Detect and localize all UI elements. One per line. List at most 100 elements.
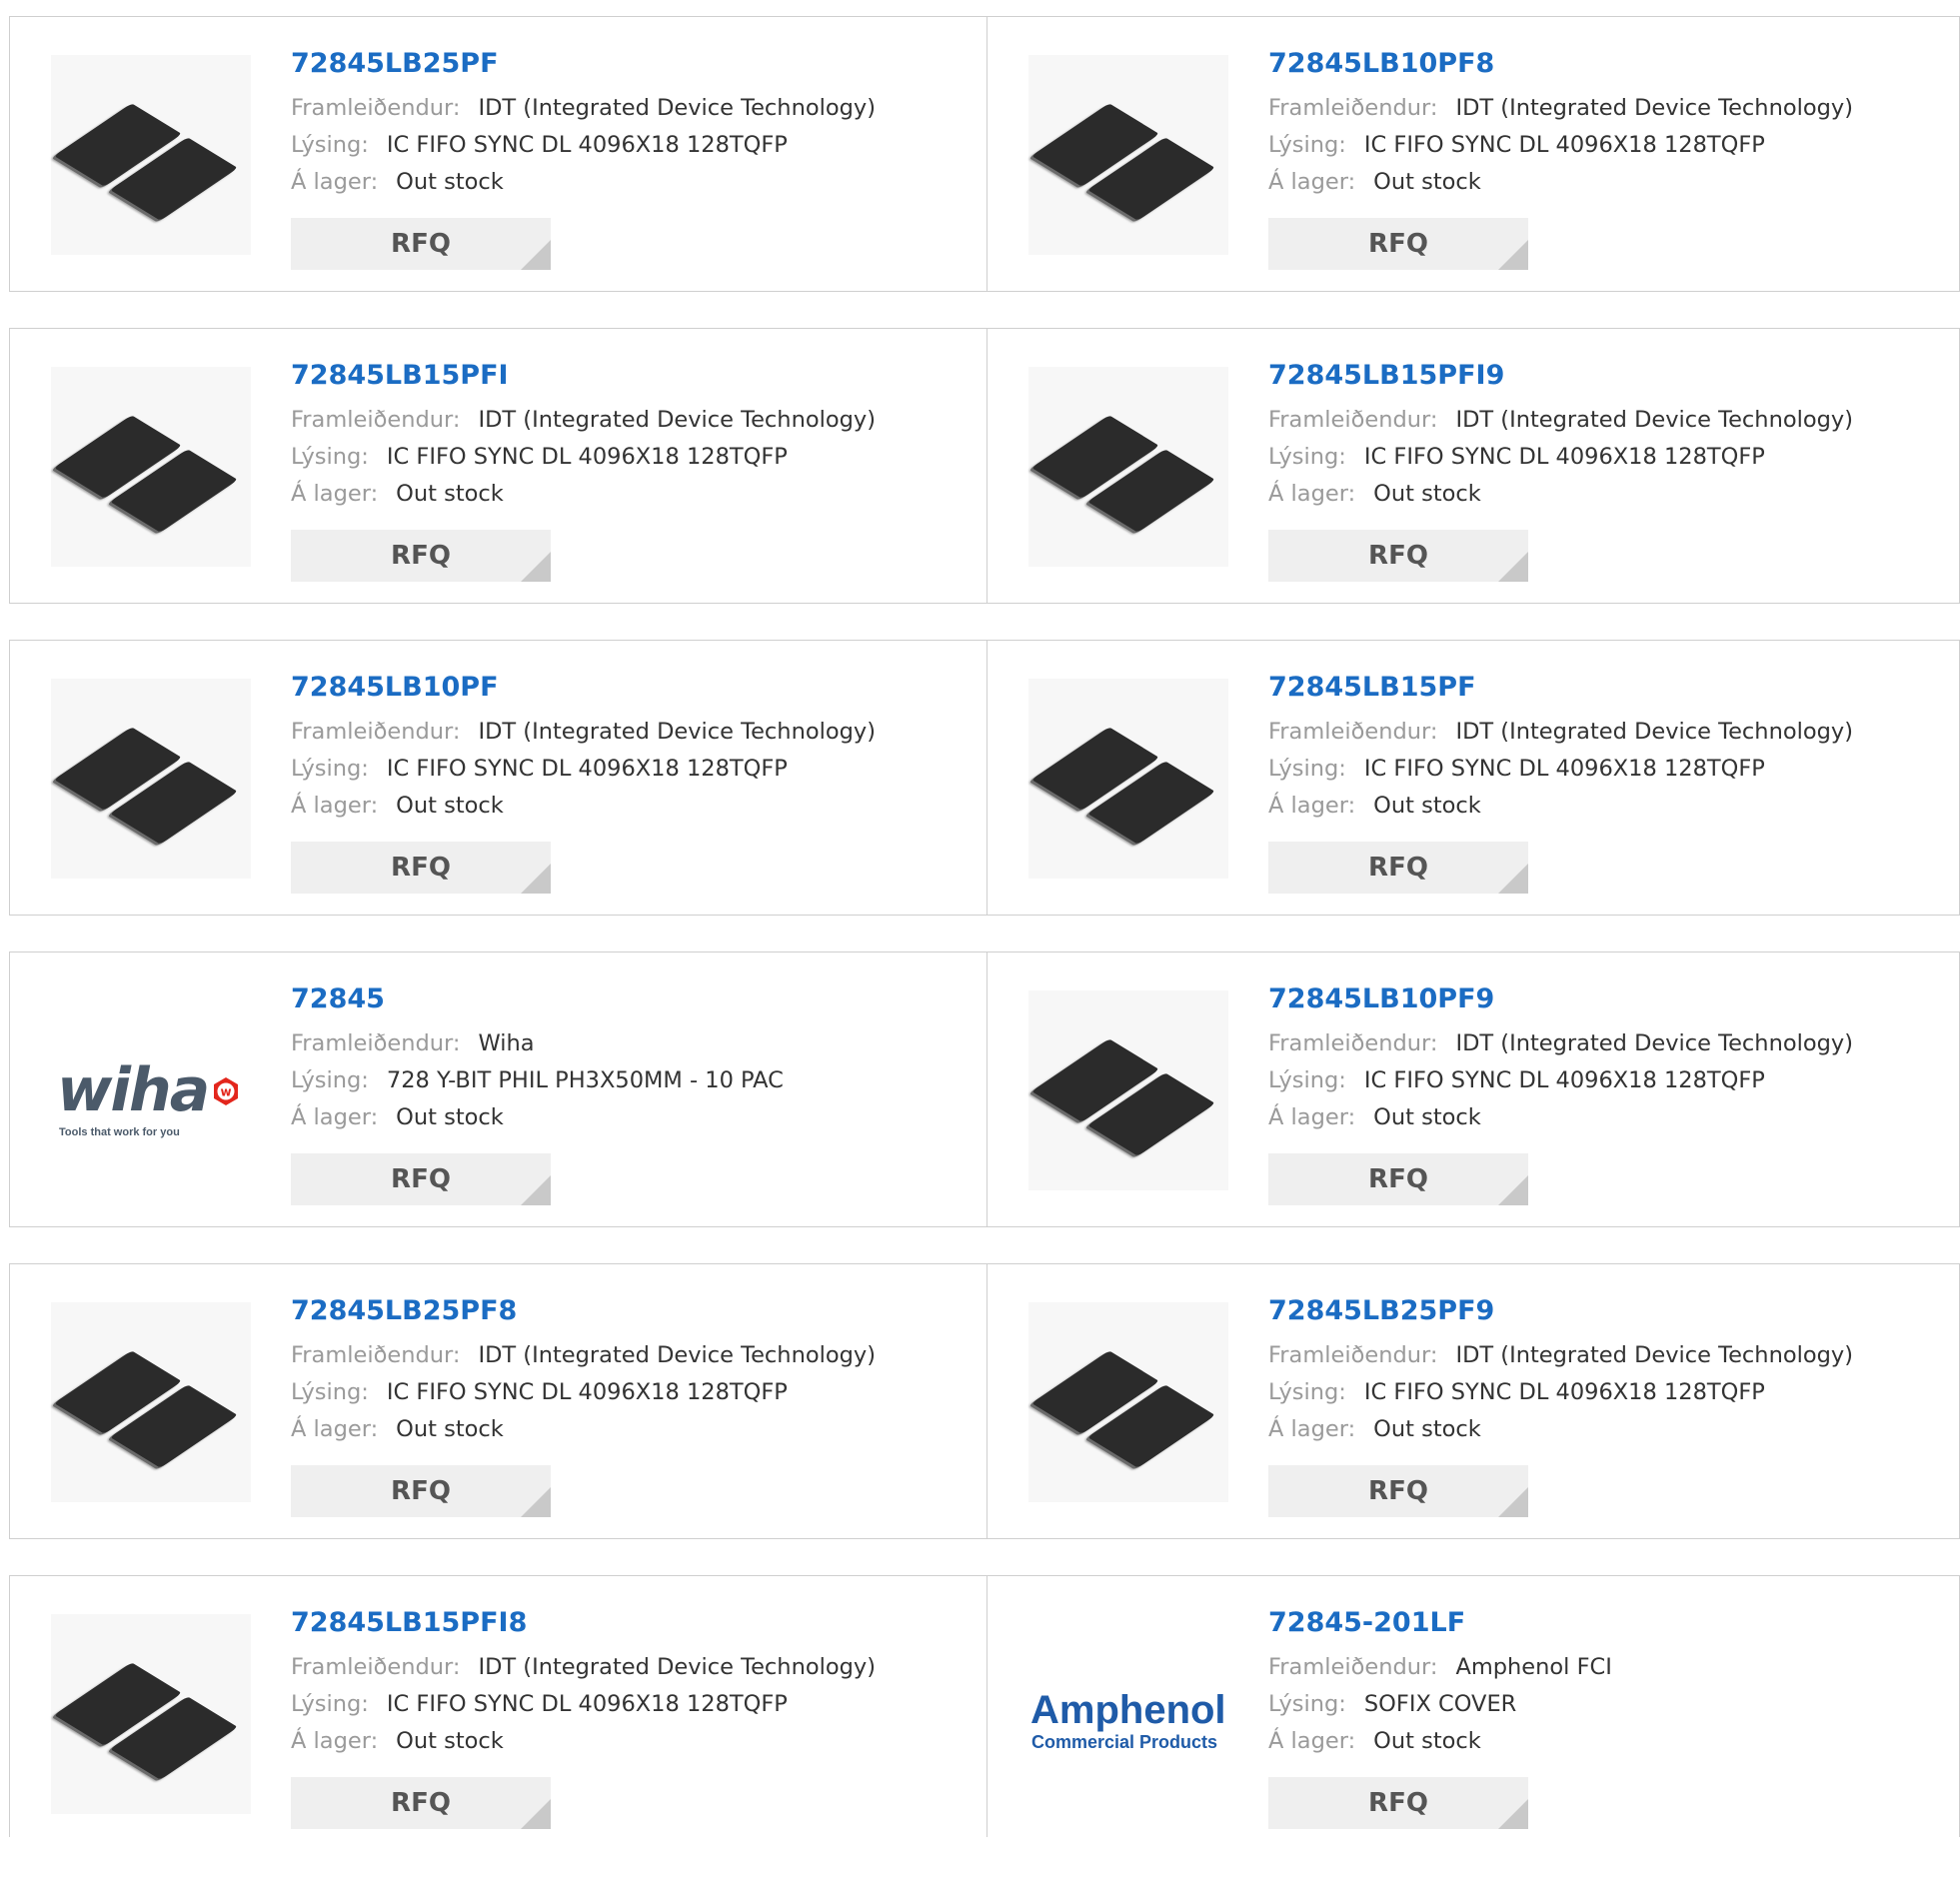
product-card: 72845LB25PF8 Framleiðendur: IDT (Integrat… bbox=[9, 1263, 987, 1539]
part-number-link[interactable]: 72845LB10PF bbox=[291, 671, 876, 705]
description-value: IC FIFO SYNC DL 4096X18 128TQFP bbox=[386, 132, 788, 158]
description-label: Lýsing: bbox=[291, 1691, 369, 1717]
rfq-button[interactable]: RFQ bbox=[291, 842, 551, 894]
stock-value: Out stock bbox=[396, 169, 504, 195]
rfq-label: RFQ bbox=[391, 229, 451, 259]
manufacturer-value: Amphenol FCI bbox=[1455, 1654, 1612, 1680]
product-image[interactable]: Amphenol Commercial Products bbox=[1028, 1614, 1228, 1814]
product-card: 72845LB15PFI9 Framleiðendur: IDT (Integra… bbox=[987, 328, 1960, 604]
stock-label: Á lager: bbox=[1268, 1104, 1356, 1130]
part-number-link[interactable]: 72845LB15PFI bbox=[291, 359, 876, 393]
product-image[interactable] bbox=[1028, 679, 1228, 879]
product-image[interactable] bbox=[51, 367, 251, 567]
part-number-link[interactable]: 72845LB15PFI9 bbox=[1268, 359, 1853, 393]
description-line: Lýsing: IC FIFO SYNC DL 4096X18 128TQFP bbox=[1268, 1374, 1853, 1411]
rfq-label: RFQ bbox=[391, 1476, 451, 1506]
stock-value: Out stock bbox=[396, 1728, 504, 1754]
corner-triangle-icon bbox=[521, 240, 551, 270]
manufacturer-value: IDT (Integrated Device Technology) bbox=[478, 407, 876, 433]
part-number-link[interactable]: 72845LB15PFI8 bbox=[291, 1606, 876, 1640]
product-image[interactable] bbox=[51, 679, 251, 879]
product-card: Amphenol Commercial Products 72845-201LF… bbox=[987, 1575, 1960, 1837]
stock-value: Out stock bbox=[396, 793, 504, 819]
product-image[interactable] bbox=[1028, 1302, 1228, 1502]
rfq-button[interactable]: RFQ bbox=[1268, 530, 1528, 582]
stock-line: Á lager: Out stock bbox=[1268, 1723, 1612, 1760]
corner-triangle-icon bbox=[521, 1487, 551, 1517]
rfq-button[interactable]: RFQ bbox=[291, 1777, 551, 1829]
product-image[interactable] bbox=[51, 1614, 251, 1814]
part-number-link[interactable]: 72845 bbox=[291, 982, 784, 1016]
part-number-link[interactable]: 72845LB25PF9 bbox=[1268, 1294, 1853, 1328]
rfq-button[interactable]: RFQ bbox=[291, 218, 551, 270]
product-image[interactable] bbox=[1028, 990, 1228, 1190]
description-line: Lýsing: 728 Y-BIT PHIL PH3X50MM - 10 PAC bbox=[291, 1062, 784, 1099]
product-card: 72845LB15PFI8 Framleiðendur: IDT (Integra… bbox=[9, 1575, 987, 1837]
rfq-button[interactable]: RFQ bbox=[1268, 218, 1528, 270]
manufacturer-line: Framleiðendur: IDT (Integrated Device Tec… bbox=[291, 1649, 876, 1686]
stock-line: Á lager: Out stock bbox=[1268, 164, 1853, 201]
product-image[interactable] bbox=[1028, 367, 1228, 567]
part-number-link[interactable]: 72845LB25PF bbox=[291, 47, 876, 81]
wiha-badge-icon: w bbox=[214, 1077, 238, 1105]
stock-value: Out stock bbox=[1373, 169, 1481, 195]
stock-label: Á lager: bbox=[291, 793, 379, 819]
product-info: 72845-201LF Framleiðendur: Amphenol FCI L… bbox=[1268, 1606, 1612, 1760]
product-grid: 72845LB25PF Framleiðendur: IDT (Integrate… bbox=[9, 16, 1960, 1887]
rfq-button[interactable]: RFQ bbox=[1268, 842, 1528, 894]
stock-line: Á lager: Out stock bbox=[291, 164, 876, 201]
manufacturer-line: Framleiðendur: IDT (Integrated Device Tec… bbox=[1268, 1337, 1853, 1374]
part-number-link[interactable]: 72845LB10PF9 bbox=[1268, 982, 1853, 1016]
description-value: IC FIFO SYNC DL 4096X18 128TQFP bbox=[386, 1379, 788, 1405]
description-label: Lýsing: bbox=[1268, 132, 1346, 158]
product-image[interactable] bbox=[1028, 55, 1228, 255]
description-line: Lýsing: SOFIX COVER bbox=[1268, 1686, 1612, 1723]
product-image[interactable] bbox=[51, 55, 251, 255]
manufacturer-label: Framleiðendur: bbox=[291, 1342, 461, 1368]
product-row: 72845LB25PF Framleiðendur: IDT (Integrate… bbox=[9, 16, 1960, 292]
description-label: Lýsing: bbox=[1268, 1379, 1346, 1405]
description-value: IC FIFO SYNC DL 4096X18 128TQFP bbox=[1363, 756, 1765, 782]
manufacturer-line: Framleiðendur: IDT (Integrated Device Tec… bbox=[291, 1337, 876, 1374]
manufacturer-line: Framleiðendur: IDT (Integrated Device Tec… bbox=[1268, 402, 1853, 439]
stock-label: Á lager: bbox=[1268, 1728, 1356, 1754]
product-info: 72845LB15PFI Framleiðendur: IDT (Integrat… bbox=[291, 359, 876, 513]
amphenol-logo-tagline: Commercial Products bbox=[1031, 1732, 1218, 1752]
description-line: Lýsing: IC FIFO SYNC DL 4096X18 128TQFP bbox=[1268, 1062, 1853, 1099]
part-number-link[interactable]: 72845LB10PF8 bbox=[1268, 47, 1853, 81]
rfq-button[interactable]: RFQ bbox=[1268, 1777, 1528, 1829]
description-line: Lýsing: IC FIFO SYNC DL 4096X18 128TQFP bbox=[291, 1374, 876, 1411]
rfq-button[interactable]: RFQ bbox=[291, 530, 551, 582]
manufacturer-line: Framleiðendur: IDT (Integrated Device Tec… bbox=[1268, 714, 1853, 751]
product-card: 72845LB25PF9 Framleiðendur: IDT (Integrat… bbox=[987, 1263, 1960, 1539]
rfq-label: RFQ bbox=[1368, 229, 1428, 259]
manufacturer-value: IDT (Integrated Device Technology) bbox=[478, 95, 876, 121]
product-image[interactable]: wiha w Tools that work for you bbox=[51, 990, 251, 1190]
stock-label: Á lager: bbox=[1268, 1416, 1356, 1442]
description-line: Lýsing: IC FIFO SYNC DL 4096X18 128TQFP bbox=[1268, 439, 1853, 476]
part-number-link[interactable]: 72845LB25PF8 bbox=[291, 1294, 876, 1328]
corner-triangle-icon bbox=[521, 864, 551, 894]
rfq-button[interactable]: RFQ bbox=[1268, 1153, 1528, 1205]
wiha-tagline: Tools that work for you bbox=[59, 1126, 180, 1138]
corner-triangle-icon bbox=[1498, 1799, 1528, 1829]
rfq-button[interactable]: RFQ bbox=[291, 1153, 551, 1205]
rfq-button[interactable]: RFQ bbox=[291, 1465, 551, 1517]
description-label: Lýsing: bbox=[291, 444, 369, 470]
manufacturer-label: Framleiðendur: bbox=[291, 407, 461, 433]
stock-line: Á lager: Out stock bbox=[291, 1099, 784, 1136]
rfq-label: RFQ bbox=[391, 541, 451, 571]
part-number-link[interactable]: 72845LB15PF bbox=[1268, 671, 1853, 705]
description-label: Lýsing: bbox=[1268, 444, 1346, 470]
product-image[interactable] bbox=[51, 1302, 251, 1502]
rfq-button[interactable]: RFQ bbox=[1268, 1465, 1528, 1517]
product-row: 72845LB25PF8 Framleiðendur: IDT (Integrat… bbox=[9, 1263, 1960, 1539]
rfq-label: RFQ bbox=[1368, 853, 1428, 883]
manufacturer-value: IDT (Integrated Device Technology) bbox=[1455, 407, 1853, 433]
rfq-label: RFQ bbox=[1368, 1164, 1428, 1194]
manufacturer-label: Framleiðendur: bbox=[1268, 95, 1438, 121]
manufacturer-line: Framleiðendur: IDT (Integrated Device Tec… bbox=[1268, 90, 1853, 127]
part-number-link[interactable]: 72845-201LF bbox=[1268, 1606, 1612, 1640]
stock-label: Á lager: bbox=[1268, 793, 1356, 819]
manufacturer-value: IDT (Integrated Device Technology) bbox=[478, 1342, 876, 1368]
